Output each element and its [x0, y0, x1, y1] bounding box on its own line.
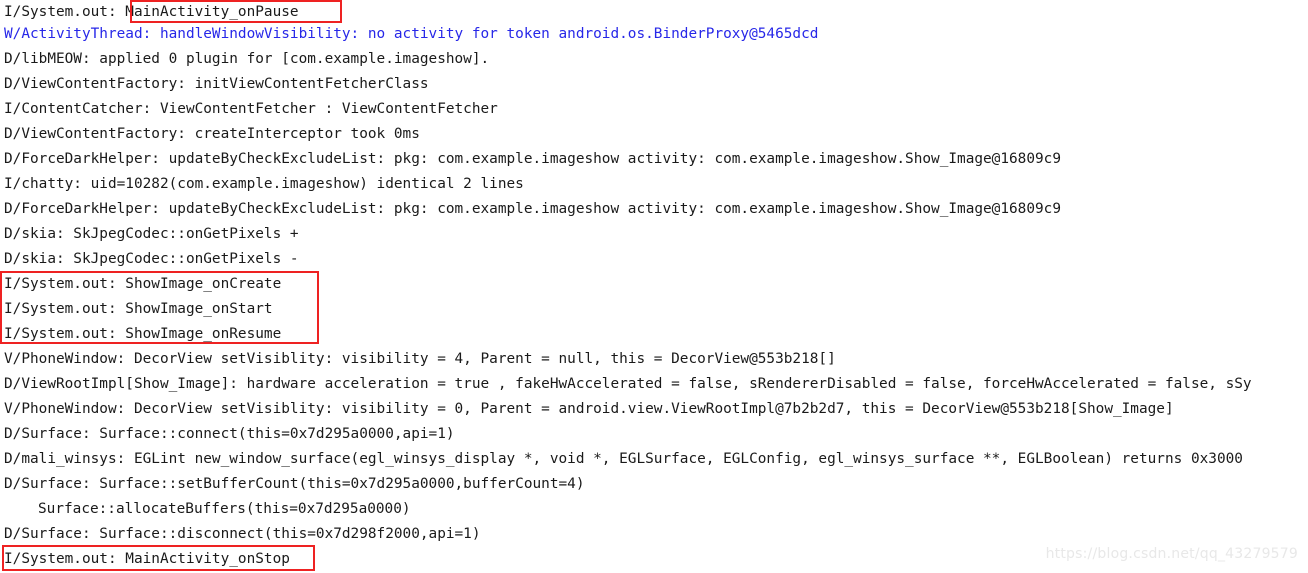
log-line: D/Surface: Surface::connect(this=0x7d295…: [4, 426, 455, 442]
log-line: D/skia: SkJpegCodec::onGetPixels -: [4, 251, 299, 267]
log-line: D/ForceDarkHelper: updateByCheckExcludeL…: [4, 201, 1061, 217]
log-line: I/System.out: MainActivity_onStop: [4, 551, 290, 567]
log-line: V/PhoneWindow: DecorView setVisiblity: v…: [4, 351, 836, 367]
log-line: I/ContentCatcher: ViewContentFetcher : V…: [4, 101, 498, 117]
log-line: I/System.out: ShowImage_onResume: [4, 326, 282, 342]
log-line: D/ViewRootImpl[Show_Image]: hardware acc…: [4, 376, 1252, 392]
log-line: D/libMEOW: applied 0 plugin for [com.exa…: [4, 51, 490, 67]
log-line: I/System.out: ShowImage_onCreate: [4, 276, 282, 292]
log-line: D/ForceDarkHelper: updateByCheckExcludeL…: [4, 151, 1061, 167]
watermark: https://blog.csdn.net/qq_43279579: [1045, 546, 1298, 562]
logcat-console: I/System.out: MainActivity_onPause W/Act…: [0, 0, 1308, 573]
log-line: D/ViewContentFactory: createInterceptor …: [4, 126, 420, 142]
log-line: I/chatty: uid=10282(com.example.imagesho…: [4, 176, 524, 192]
log-line: D/ViewContentFactory: initViewContentFet…: [4, 76, 429, 92]
log-line: Surface::allocateBuffers(this=0x7d295a00…: [38, 501, 411, 517]
log-line: D/Surface: Surface::disconnect(this=0x7d…: [4, 526, 481, 542]
log-line: D/Surface: Surface::setBufferCount(this=…: [4, 476, 585, 492]
log-line: W/ActivityThread: handleWindowVisibility…: [4, 26, 819, 42]
log-line: I/System.out: ShowImage_onStart: [4, 301, 273, 317]
log-line: V/PhoneWindow: DecorView setVisiblity: v…: [4, 401, 1174, 417]
log-line: D/mali_winsys: EGLint new_window_surface…: [4, 451, 1243, 467]
log-line: D/skia: SkJpegCodec::onGetPixels +: [4, 226, 299, 242]
